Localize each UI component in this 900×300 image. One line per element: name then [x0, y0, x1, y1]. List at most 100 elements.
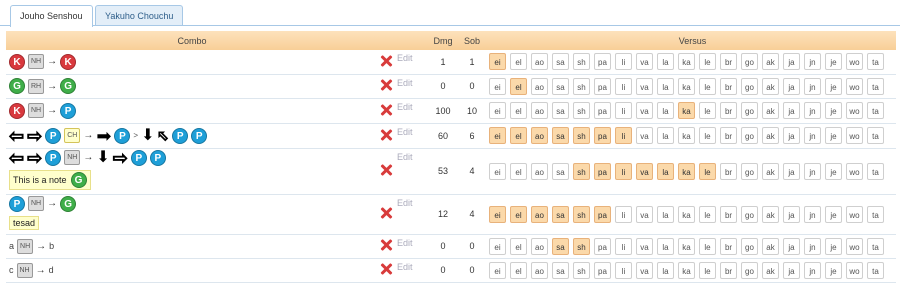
versus-toggle-sh[interactable]: sh	[573, 53, 590, 71]
versus-toggle-jn[interactable]: jn	[804, 237, 821, 255]
versus-toggle-ao[interactable]: ao	[531, 205, 548, 223]
versus-toggle-le[interactable]: le	[699, 205, 716, 223]
versus-toggle-jn[interactable]: jn	[804, 127, 821, 144]
versus-toggle-pa[interactable]: pa	[594, 102, 611, 119]
versus-toggle-ta[interactable]: ta	[867, 127, 884, 144]
versus-toggle-go[interactable]: go	[741, 53, 758, 71]
versus-toggle-la[interactable]: la	[657, 53, 674, 71]
versus-toggle-ja[interactable]: ja	[783, 77, 800, 95]
versus-toggle-ja[interactable]: ja	[783, 205, 800, 223]
versus-toggle-br[interactable]: br	[720, 102, 737, 119]
versus-toggle-el[interactable]: el	[510, 102, 527, 119]
edit-link[interactable]: Edit	[397, 98, 427, 124]
versus-toggle-go[interactable]: go	[741, 77, 758, 95]
versus-toggle-ja[interactable]: ja	[783, 53, 800, 71]
versus-toggle-la[interactable]: la	[657, 127, 674, 144]
versus-toggle-je[interactable]: je	[825, 205, 842, 223]
versus-toggle-je[interactable]: je	[825, 53, 842, 71]
versus-toggle-sa[interactable]: sa	[552, 102, 569, 119]
versus-toggle-wo[interactable]: wo	[846, 205, 863, 223]
versus-toggle-ei[interactable]: ei	[489, 102, 506, 119]
versus-toggle-li[interactable]: li	[615, 102, 632, 119]
versus-toggle-ak[interactable]: ak	[762, 162, 779, 180]
versus-toggle-je[interactable]: je	[825, 127, 842, 144]
versus-toggle-sa[interactable]: sa	[552, 127, 569, 144]
versus-toggle-ak[interactable]: ak	[762, 127, 779, 144]
versus-toggle-el[interactable]: el	[510, 205, 527, 223]
versus-toggle-sa[interactable]: sa	[552, 261, 569, 279]
versus-toggle-pa[interactable]: pa	[594, 53, 611, 71]
versus-toggle-ja[interactable]: ja	[783, 127, 800, 144]
versus-toggle-wo[interactable]: wo	[846, 127, 863, 144]
versus-toggle-la[interactable]: la	[657, 77, 674, 95]
versus-toggle-pa[interactable]: pa	[594, 162, 611, 180]
versus-toggle-li[interactable]: li	[615, 127, 632, 144]
versus-toggle-ak[interactable]: ak	[762, 205, 779, 223]
versus-toggle-go[interactable]: go	[741, 237, 758, 255]
versus-toggle-va[interactable]: va	[636, 127, 653, 144]
versus-toggle-jn[interactable]: jn	[804, 261, 821, 279]
versus-toggle-ei[interactable]: ei	[489, 53, 506, 71]
versus-toggle-br[interactable]: br	[720, 261, 737, 279]
versus-toggle-br[interactable]: br	[720, 162, 737, 180]
delete-icon[interactable]	[379, 262, 393, 276]
versus-toggle-ka[interactable]: ka	[678, 127, 695, 144]
versus-toggle-sh[interactable]: sh	[573, 127, 590, 144]
versus-toggle-sa[interactable]: sa	[552, 162, 569, 180]
versus-toggle-ei[interactable]: ei	[489, 205, 506, 223]
versus-toggle-sa[interactable]: sa	[552, 53, 569, 71]
versus-toggle-li[interactable]: li	[615, 53, 632, 71]
versus-toggle-ei[interactable]: ei	[489, 127, 506, 144]
versus-toggle-el[interactable]: el	[510, 77, 527, 95]
versus-toggle-la[interactable]: la	[657, 205, 674, 223]
versus-toggle-le[interactable]: le	[699, 102, 716, 119]
versus-toggle-la[interactable]: la	[657, 102, 674, 119]
versus-toggle-li[interactable]: li	[615, 261, 632, 279]
versus-toggle-ao[interactable]: ao	[531, 102, 548, 119]
versus-toggle-go[interactable]: go	[741, 102, 758, 119]
versus-toggle-pa[interactable]: pa	[594, 127, 611, 144]
versus-toggle-le[interactable]: le	[699, 261, 716, 279]
versus-toggle-sh[interactable]: sh	[573, 205, 590, 223]
versus-toggle-ao[interactable]: ao	[531, 127, 548, 144]
versus-toggle-pa[interactable]: pa	[594, 77, 611, 95]
versus-toggle-sh[interactable]: sh	[573, 162, 590, 180]
versus-toggle-sh[interactable]: sh	[573, 77, 590, 95]
versus-toggle-ta[interactable]: ta	[867, 162, 884, 180]
versus-toggle-le[interactable]: le	[699, 127, 716, 144]
versus-toggle-ta[interactable]: ta	[867, 53, 884, 71]
versus-toggle-ja[interactable]: ja	[783, 237, 800, 255]
versus-toggle-pa[interactable]: pa	[594, 261, 611, 279]
versus-toggle-ak[interactable]: ak	[762, 237, 779, 255]
versus-toggle-sa[interactable]: sa	[552, 77, 569, 95]
versus-toggle-jn[interactable]: jn	[804, 162, 821, 180]
versus-toggle-pa[interactable]: pa	[594, 237, 611, 255]
versus-toggle-el[interactable]: el	[510, 162, 527, 180]
delete-icon[interactable]	[379, 78, 393, 92]
versus-toggle-go[interactable]: go	[741, 162, 758, 180]
versus-toggle-sa[interactable]: sa	[552, 237, 569, 255]
versus-toggle-ao[interactable]: ao	[531, 53, 548, 71]
versus-toggle-le[interactable]: le	[699, 53, 716, 71]
versus-toggle-ao[interactable]: ao	[531, 261, 548, 279]
tab-yakuho-chouchu[interactable]: Yakuho Chouchu	[95, 5, 184, 26]
versus-toggle-ja[interactable]: ja	[783, 102, 800, 119]
versus-toggle-la[interactable]: la	[657, 261, 674, 279]
versus-toggle-el[interactable]: el	[510, 261, 527, 279]
delete-icon[interactable]	[379, 206, 393, 220]
versus-toggle-le[interactable]: le	[699, 77, 716, 95]
versus-toggle-je[interactable]: je	[825, 162, 842, 180]
versus-toggle-va[interactable]: va	[636, 53, 653, 71]
versus-toggle-jn[interactable]: jn	[804, 102, 821, 119]
versus-toggle-wo[interactable]: wo	[846, 77, 863, 95]
versus-toggle-ei[interactable]: ei	[489, 77, 506, 95]
versus-toggle-va[interactable]: va	[636, 162, 653, 180]
versus-toggle-ak[interactable]: ak	[762, 102, 779, 119]
versus-toggle-ta[interactable]: ta	[867, 261, 884, 279]
versus-toggle-ja[interactable]: ja	[783, 162, 800, 180]
versus-toggle-wo[interactable]: wo	[846, 53, 863, 71]
versus-toggle-li[interactable]: li	[615, 237, 632, 255]
edit-link[interactable]: Edit	[397, 148, 427, 195]
tab-jouho-senshou[interactable]: Jouho Senshou	[10, 5, 93, 27]
versus-toggle-ei[interactable]: ei	[489, 261, 506, 279]
